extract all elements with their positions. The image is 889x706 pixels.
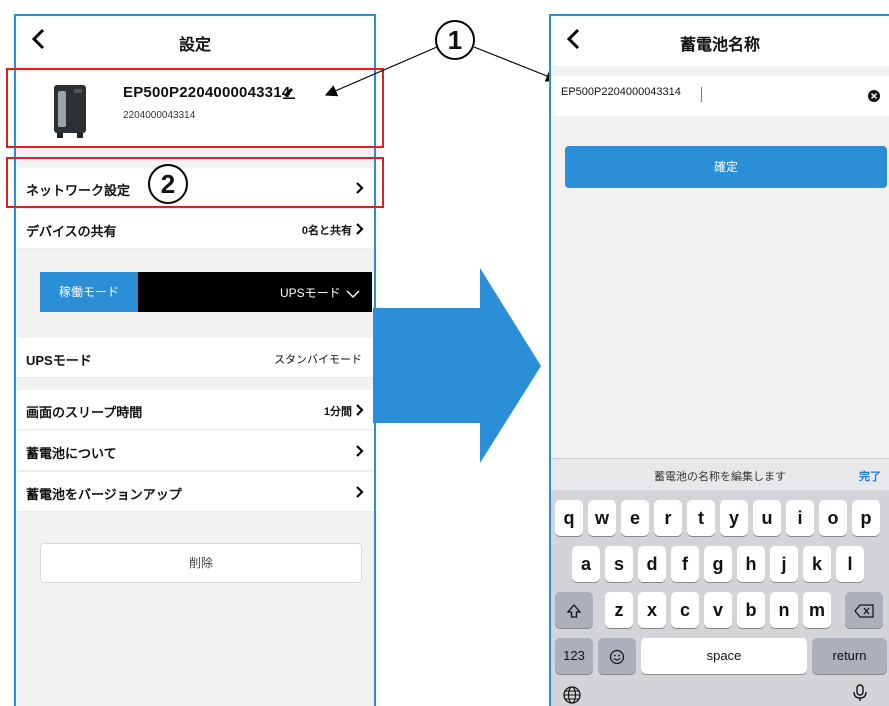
key-t[interactable]: t [687,500,715,536]
key-z[interactable]: z [605,592,633,628]
shift-key[interactable] [555,592,593,628]
callout-number-1: 1 [435,20,475,60]
globe-icon[interactable] [561,684,583,706]
key-h[interactable]: h [737,546,765,582]
battery-name-screen: 蓄電池名称 確定 蓄電池の名称を編集します 完了 q w e r t y u i… [549,14,889,706]
space-key[interactable]: space [641,638,807,674]
confirm-button[interactable]: 確定 [565,146,887,188]
key-l[interactable]: l [836,546,864,582]
battery-name-navbar: 蓄電池名称 [551,16,889,66]
keyboard-done-button[interactable]: 完了 [859,468,881,484]
key-o[interactable]: o [819,500,847,536]
microphone-icon[interactable] [849,682,871,704]
clear-circle-icon[interactable] [867,89,881,103]
key-a[interactable]: a [572,546,600,582]
key-k[interactable]: k [803,546,831,582]
text-caret [701,87,702,102]
callout-arrow-to-device-name [324,46,438,97]
callout-number-2: 2 [148,164,188,204]
return-key[interactable]: return [812,638,887,674]
backspace-icon [854,603,874,618]
key-j[interactable]: j [770,546,798,582]
key-g[interactable]: g [704,546,732,582]
numbers-key[interactable]: 123 [555,638,593,674]
key-d[interactable]: d [638,546,666,582]
keyboard: q w e r t y u i o p a s d f g h j k l z … [551,490,889,706]
key-p[interactable]: p [852,500,880,536]
key-f[interactable]: f [671,546,699,582]
key-v[interactable]: v [704,592,732,628]
keyboard-toolbar: 蓄電池の名称を編集します 完了 [551,458,889,490]
key-x[interactable]: x [638,592,666,628]
backspace-key[interactable] [845,592,883,628]
battery-name-field[interactable] [551,76,889,116]
key-n[interactable]: n [770,592,798,628]
key-s[interactable]: s [605,546,633,582]
key-b[interactable]: b [737,592,765,628]
key-r[interactable]: r [654,500,682,536]
key-c[interactable]: c [671,592,699,628]
key-m[interactable]: m [803,592,831,628]
page-title: 蓄電池名称 [679,37,760,54]
emoji-icon [609,649,625,664]
emoji-key[interactable] [598,638,636,674]
key-i[interactable]: i [786,500,814,536]
key-u[interactable]: u [753,500,781,536]
shift-icon [566,603,582,618]
key-w[interactable]: w [588,500,616,536]
key-q[interactable]: q [555,500,583,536]
transition-arrow [373,268,541,463]
key-y[interactable]: y [720,500,748,536]
keyboard-hint: 蓄電池の名称を編集します [654,471,786,483]
key-e[interactable]: e [621,500,649,536]
callout-arrow-to-name-field [473,46,559,82]
